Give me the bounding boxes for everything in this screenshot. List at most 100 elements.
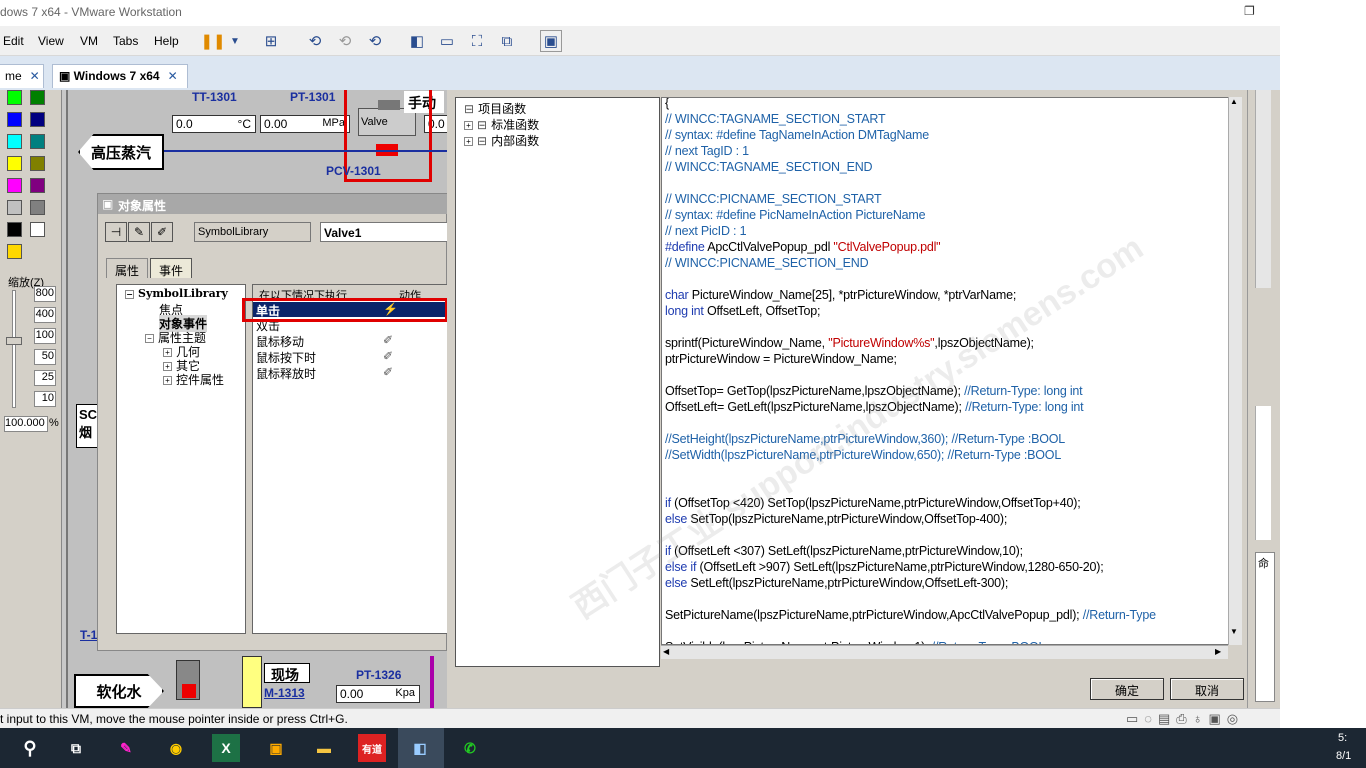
color-swatch[interactable] bbox=[7, 178, 22, 193]
scrollbar[interactable] bbox=[1255, 90, 1271, 288]
zoom-percent-field[interactable]: 100.000 bbox=[4, 416, 48, 432]
event-row[interactable]: 鼠标按下时 bbox=[256, 349, 316, 366]
zoom-slider-track[interactable] bbox=[12, 290, 16, 408]
custom-color-icon[interactable] bbox=[7, 244, 22, 259]
pause-icon[interactable]: ❚❚ bbox=[200, 30, 225, 52]
color-swatch[interactable] bbox=[7, 112, 22, 127]
app-icon[interactable]: ▣ bbox=[262, 734, 290, 762]
color-swatch[interactable] bbox=[7, 200, 22, 215]
zoom-10[interactable]: 10 bbox=[34, 391, 56, 407]
tag-t1: T-1 bbox=[80, 628, 98, 642]
level-bar bbox=[242, 656, 262, 708]
color-swatch[interactable] bbox=[30, 178, 45, 193]
device-icons[interactable]: ▭◌▤⎙♁▣◎ bbox=[1126, 711, 1244, 727]
tab-home[interactable]: me ✕ bbox=[0, 64, 44, 88]
zoom-800[interactable]: 800 bbox=[34, 286, 56, 302]
color-swatch[interactable] bbox=[30, 156, 45, 171]
color-swatch[interactable] bbox=[30, 134, 45, 149]
restore-icon[interactable]: ❐ bbox=[1244, 4, 1258, 18]
code-line: // next PicID : 1 bbox=[665, 224, 747, 238]
unity-icon[interactable]: ⧉ bbox=[496, 30, 518, 52]
menu-help[interactable]: Help bbox=[154, 34, 179, 48]
color-swatch[interactable] bbox=[30, 112, 45, 127]
library-icon[interactable]: ◧ bbox=[406, 30, 428, 52]
clock-time[interactable]: 5: bbox=[1338, 732, 1347, 744]
revert-snapshot-icon[interactable]: ⟲ bbox=[334, 30, 356, 52]
zoom-slider-thumb[interactable] bbox=[6, 337, 22, 345]
close-icon[interactable]: ✕ bbox=[30, 69, 40, 83]
chevron-down-icon[interactable]: ▼ bbox=[224, 30, 246, 52]
color-swatch[interactable] bbox=[7, 222, 22, 237]
code-line: // WINCC:PICNAME_SECTION_END bbox=[665, 256, 869, 270]
copy-icon[interactable]: ✐ bbox=[151, 222, 173, 242]
status-text: t input to this VM, move the mouse point… bbox=[0, 712, 348, 726]
tree-control-props[interactable]: + 控件属性 bbox=[163, 371, 224, 388]
menu-view[interactable]: View bbox=[38, 34, 64, 48]
cancel-button[interactable]: 取消 bbox=[1170, 678, 1244, 700]
snapshot-icon[interactable]: ⟲ bbox=[304, 30, 326, 52]
task-view-icon[interactable]: ⧉ bbox=[62, 734, 90, 762]
tab-events[interactable]: 事件 bbox=[150, 258, 193, 278]
code-line: if (OffsetLeft <307) SetLeft(lpszPicture… bbox=[665, 544, 1023, 558]
code-line: else if (OffsetLeft >907) SetLeft(lpszPi… bbox=[665, 560, 1104, 574]
code-line: // syntax: #define PicNameInAction Pictu… bbox=[665, 208, 926, 222]
color-swatch[interactable] bbox=[30, 90, 45, 105]
object-name-field[interactable]: Valve1 bbox=[320, 222, 448, 242]
thumbnail-icon[interactable]: ▭ bbox=[436, 30, 458, 52]
menu-edit[interactable]: Edit bbox=[3, 34, 24, 48]
tab-windows7[interactable]: ▣ Windows 7 x64 ✕ bbox=[52, 64, 188, 88]
tree-standard-functions[interactable]: + ⊟ 标准函数 bbox=[464, 116, 539, 133]
softwater-label: 软化水 bbox=[74, 674, 164, 708]
action-icon[interactable]: ✐ bbox=[383, 365, 393, 379]
title-bar: dows 7 x64 - VMware Workstation ❐ bbox=[0, 0, 1280, 26]
action-icon[interactable]: ✐ bbox=[383, 349, 393, 363]
snapshot-manager-icon[interactable]: ⟲ bbox=[364, 30, 386, 52]
clock-date[interactable]: 8/1 bbox=[1336, 750, 1351, 762]
youdao-icon[interactable]: 有道 bbox=[358, 734, 386, 762]
tag-m1313: M-1313 bbox=[264, 686, 305, 700]
code-line: // WINCC:PICNAME_SECTION_START bbox=[665, 192, 882, 206]
menu-vm[interactable]: VM bbox=[80, 34, 98, 48]
code-hscrollbar[interactable]: ◀ ▶ bbox=[661, 645, 1228, 659]
tag-pt1301: PT-1301 bbox=[290, 90, 336, 104]
tree-project-functions[interactable]: ⊟ 项目函数 bbox=[464, 100, 526, 117]
color-swatch[interactable] bbox=[30, 222, 45, 237]
ok-button[interactable]: 确定 bbox=[1090, 678, 1164, 700]
color-palette: 缩放(Z) 800 400 100 50 25 10 100.000 % bbox=[0, 90, 62, 708]
zoom-400[interactable]: 400 bbox=[34, 307, 56, 323]
percent-sign: % bbox=[49, 417, 59, 429]
color-swatch[interactable] bbox=[7, 90, 22, 105]
code-vscrollbar[interactable]: ▲ ▼ bbox=[1228, 97, 1242, 645]
zoom-25[interactable]: 25 bbox=[34, 370, 56, 386]
event-row[interactable]: 鼠标释放时 bbox=[256, 365, 316, 382]
side-panel: 命 bbox=[1255, 552, 1275, 702]
menu-tabs[interactable]: Tabs bbox=[113, 34, 138, 48]
search-icon[interactable]: ⚲ bbox=[16, 734, 44, 762]
console-view-icon[interactable]: ▣ bbox=[540, 30, 562, 52]
tab-properties[interactable]: 属性 bbox=[106, 258, 149, 278]
wechat-icon[interactable]: ✆ bbox=[456, 734, 484, 762]
code-line: { bbox=[665, 97, 669, 110]
paint-icon[interactable]: ✎ bbox=[112, 734, 140, 762]
code-line: // syntax: #define TagNameInAction DMTag… bbox=[665, 128, 930, 142]
action-icon[interactable]: ✐ bbox=[383, 333, 393, 347]
tree-root[interactable]: − SymbolLibrary bbox=[125, 287, 228, 300]
zoom-100[interactable]: 100 bbox=[34, 328, 56, 344]
color-swatch[interactable] bbox=[7, 156, 22, 171]
color-swatch[interactable] bbox=[30, 200, 45, 215]
send-keys-icon[interactable]: ⊞ bbox=[260, 30, 282, 52]
pin-icon[interactable]: ⊣ bbox=[105, 222, 127, 242]
pick-icon[interactable]: ✎ bbox=[128, 222, 150, 242]
vmware-icon[interactable]: ◧ bbox=[406, 734, 434, 762]
explorer-icon[interactable]: ▬ bbox=[310, 734, 338, 762]
fullscreen-icon[interactable]: ⛶ bbox=[466, 30, 488, 52]
tree-internal-functions[interactable]: + ⊟ 内部函数 bbox=[464, 132, 539, 149]
excel-icon[interactable]: X bbox=[212, 734, 240, 762]
chrome-icon[interactable]: ◉ bbox=[162, 734, 190, 762]
scrollbar[interactable] bbox=[1255, 406, 1271, 540]
close-icon[interactable]: ✕ bbox=[168, 69, 178, 83]
dialog-icon: ▣ bbox=[102, 197, 114, 211]
color-swatch[interactable] bbox=[7, 134, 22, 149]
event-row[interactable]: 鼠标移动 bbox=[256, 333, 304, 350]
zoom-50[interactable]: 50 bbox=[34, 349, 56, 365]
